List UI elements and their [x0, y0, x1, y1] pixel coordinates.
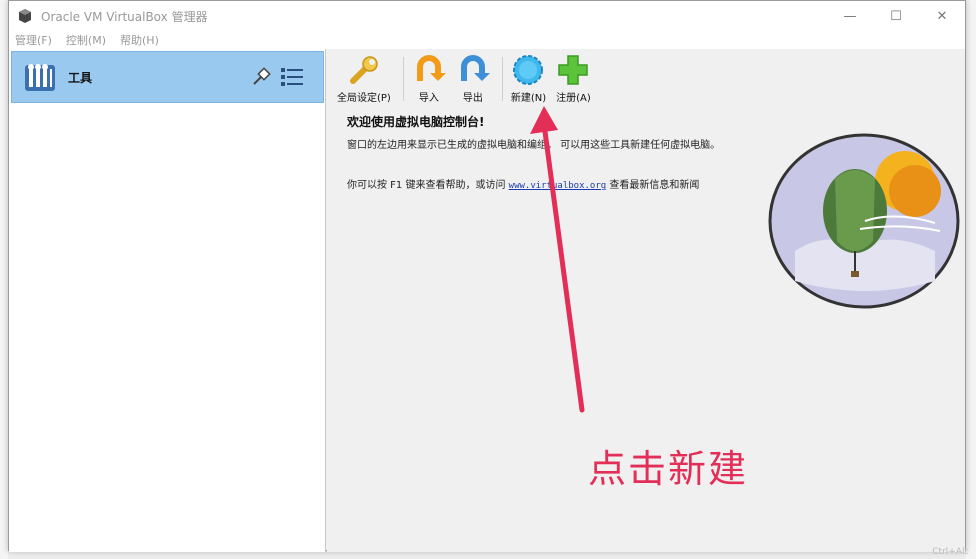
- list-menu-icon[interactable]: [280, 66, 304, 88]
- register-label: 注册(A): [556, 93, 591, 104]
- window-controls: — ☐ ✕: [827, 1, 965, 31]
- welcome-paragraph-2: 你可以按 F1 键来查看帮助，或访问 www.virtualbox.org 查看…: [347, 179, 767, 193]
- background-desktop: [0, 0, 8, 559]
- tools-label: 工具: [68, 70, 93, 85]
- import-icon: [416, 55, 446, 81]
- toolbar-separator: [402, 57, 404, 101]
- menu-control[interactable]: 控制(M): [66, 32, 106, 48]
- welcome-paragraph-1: 窗口的左边用来显示已生成的虚拟电脑和编组。 可以用这些工具新建任何虚拟电脑。: [347, 140, 721, 151]
- minimize-button[interactable]: —: [827, 1, 873, 31]
- virtualbox-app-icon: [19, 9, 31, 23]
- menu-bar: 管理(F) 控制(M) 帮助(H): [9, 31, 965, 49]
- machine-list-pane: 工具: [9, 49, 326, 552]
- new-label: 新建(N): [510, 93, 547, 104]
- maximize-button[interactable]: ☐: [873, 1, 919, 31]
- toolbar-separator: [501, 57, 503, 101]
- wrench-settings-icon: [349, 56, 378, 84]
- import-button[interactable]: 导入: [412, 53, 446, 104]
- export-icon: [460, 55, 490, 81]
- welcome-news-text: 查看最新信息和新闻: [606, 180, 700, 191]
- pin-icon[interactable]: [250, 66, 272, 88]
- window-title: Oracle VM VirtualBox 管理器: [41, 9, 208, 24]
- export-label: 导出: [462, 93, 483, 104]
- tools-icon: [25, 64, 55, 91]
- annotation-text: 点击新建: [588, 447, 749, 491]
- register-button[interactable]: 注册(A): [556, 53, 591, 104]
- global-settings-button[interactable]: 全局设定(P): [337, 53, 391, 104]
- title-bar: Oracle VM VirtualBox 管理器 — ☐ ✕: [9, 1, 965, 31]
- menu-help[interactable]: 帮助(H): [120, 32, 159, 48]
- virtualbox-manager-window: Oracle VM VirtualBox 管理器 — ☐ ✕ 管理(F) 控制(…: [8, 0, 966, 552]
- sidebar-item-tools[interactable]: 工具: [11, 51, 324, 103]
- close-button[interactable]: ✕: [919, 1, 965, 31]
- global-settings-label: 全局设定(P): [337, 93, 391, 104]
- menu-manage[interactable]: 管理(F): [15, 32, 52, 48]
- virtualbox-website-link[interactable]: www.virtualbox.org: [509, 181, 607, 191]
- new-button[interactable]: 新建(N): [511, 53, 546, 104]
- background-desktop-right: [966, 0, 976, 559]
- welcome-help-text: 你可以按 F1 键来查看帮助，或访问: [347, 180, 509, 191]
- balloon-illustration: [768, 133, 960, 309]
- add-plus-icon: [558, 55, 589, 85]
- new-gear-icon: [513, 55, 544, 85]
- import-label: 导入: [418, 93, 439, 104]
- watermark-text: Ctrl+Alt: [932, 547, 968, 557]
- export-button[interactable]: 导出: [456, 53, 490, 104]
- main-toolbar: 全局设定(P) 导入 导出 新建(N) 注册(A): [327, 49, 965, 107]
- welcome-title: 欢迎使用虚拟电脑控制台!: [347, 115, 485, 129]
